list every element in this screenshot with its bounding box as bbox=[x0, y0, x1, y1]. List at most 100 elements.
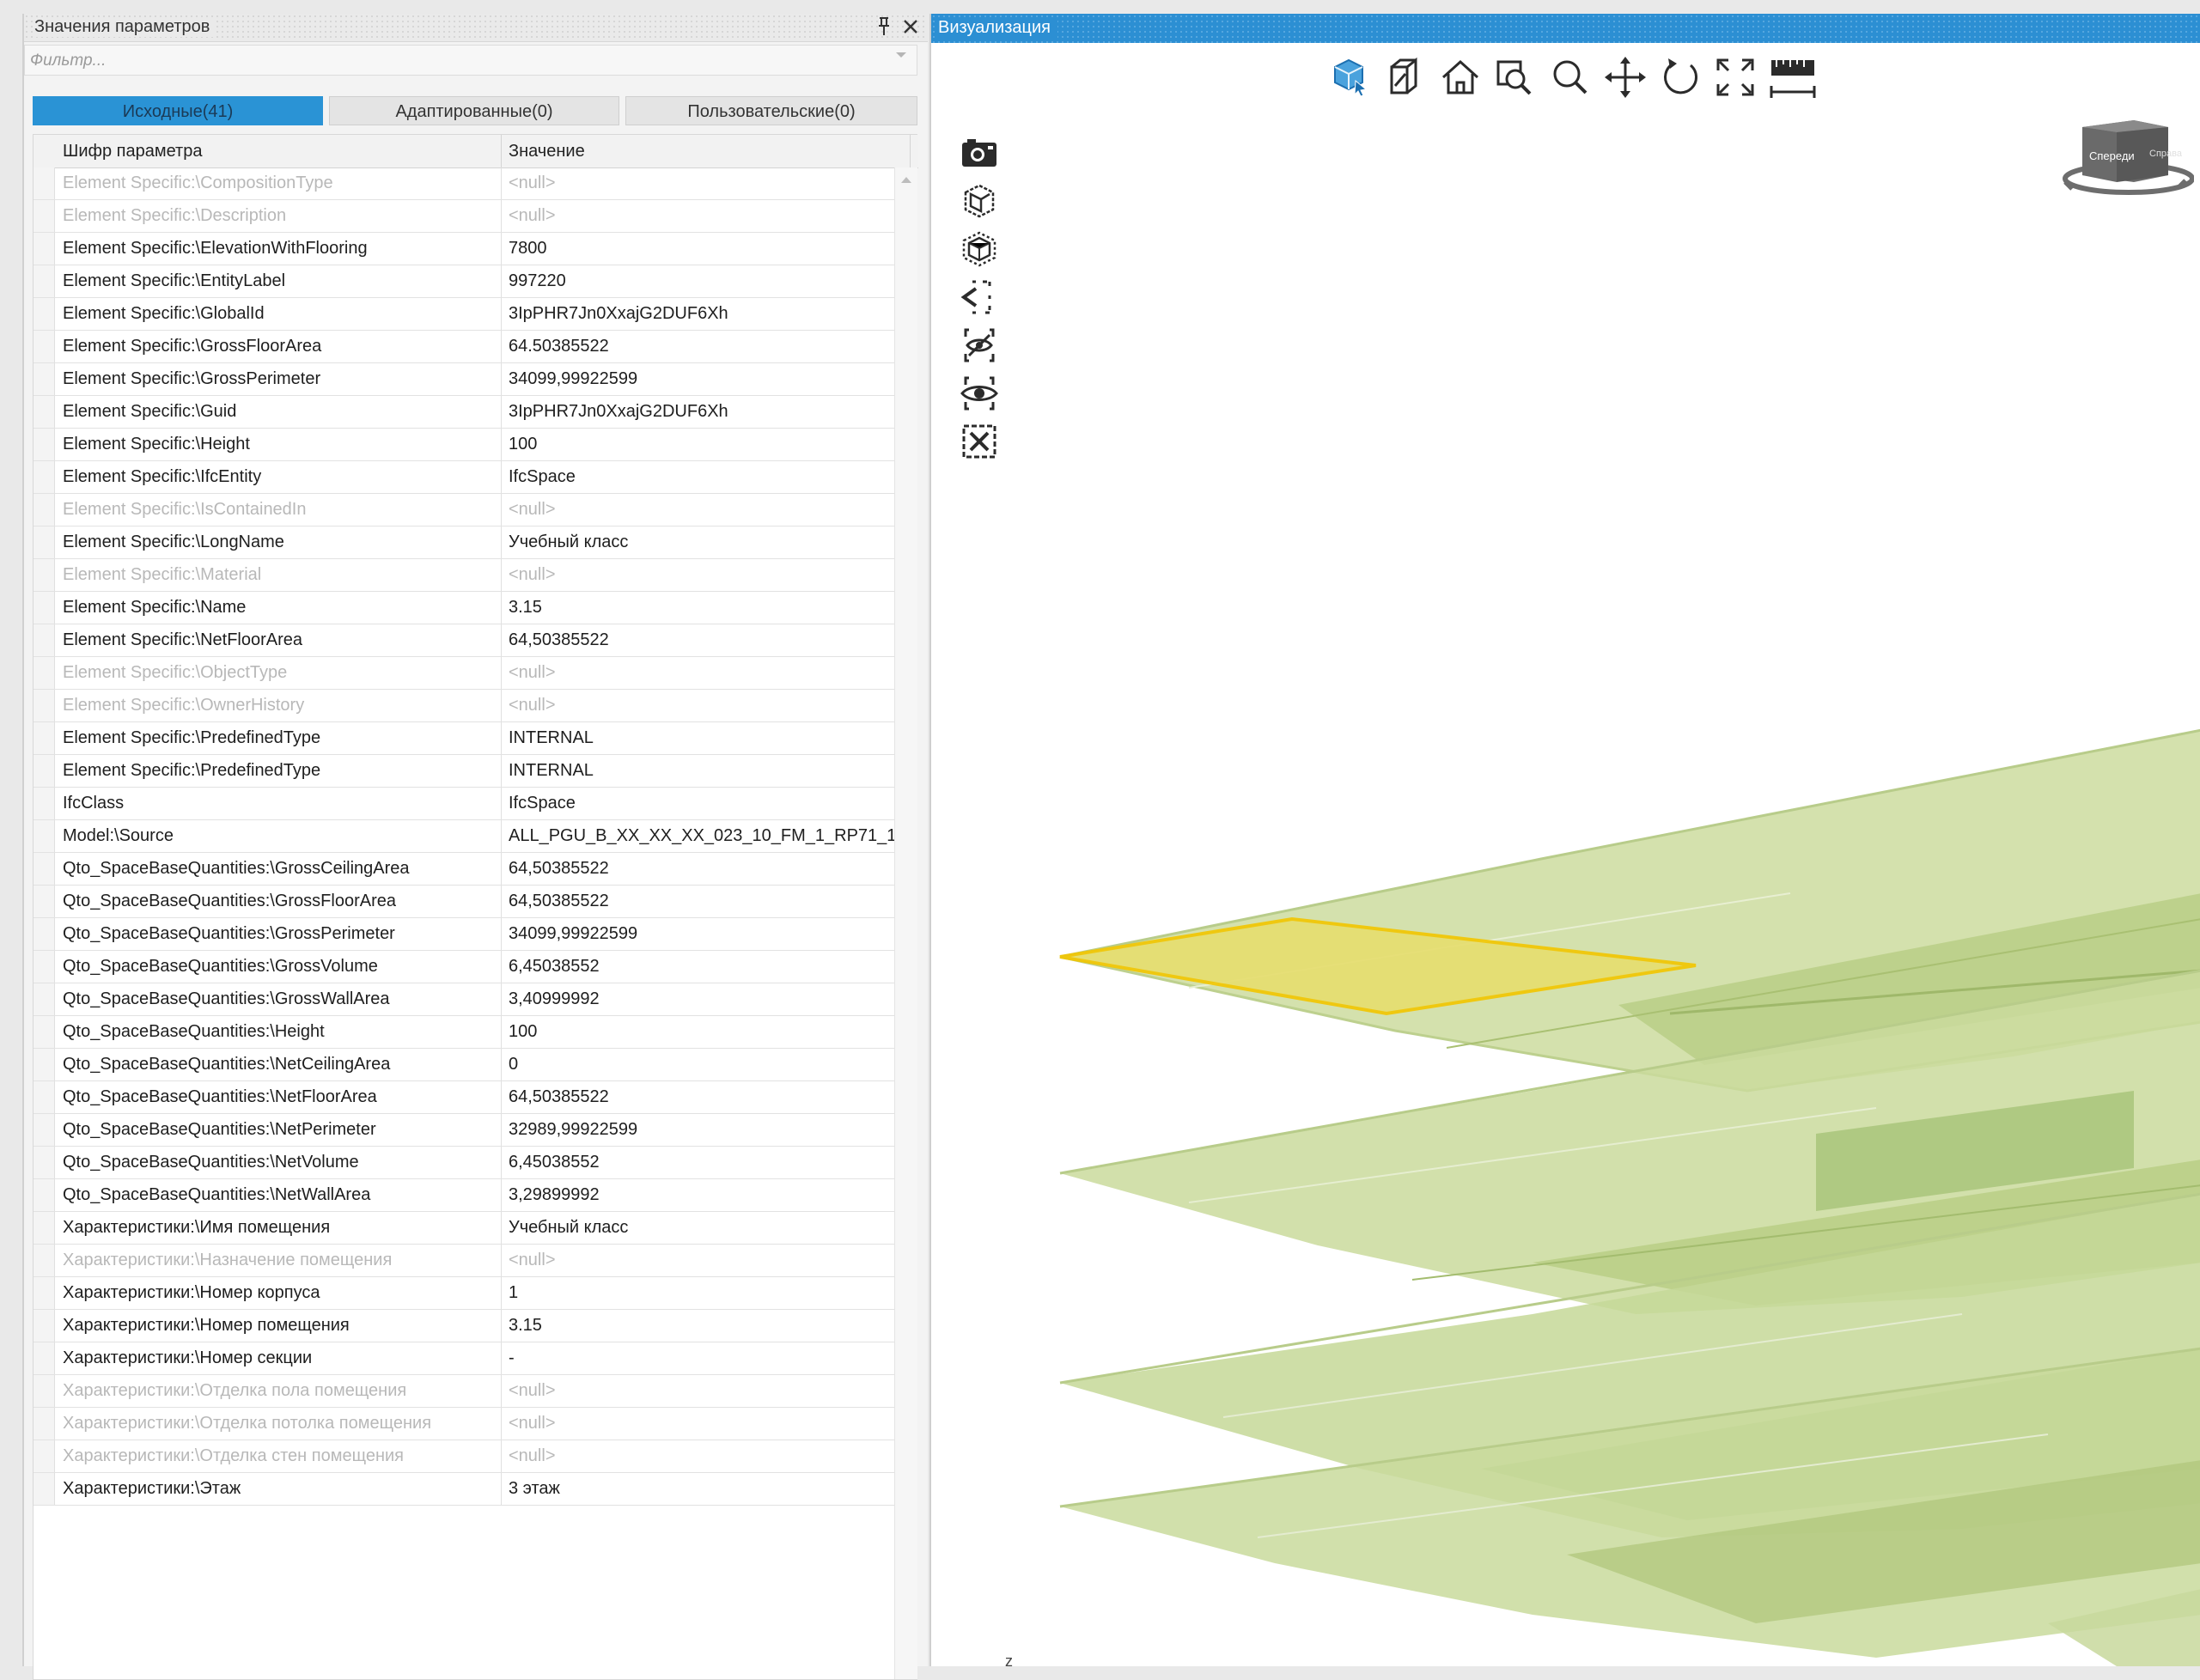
parameter-value-cell[interactable]: <null> bbox=[501, 1408, 902, 1440]
parameter-value-cell[interactable]: IfcSpace bbox=[501, 788, 902, 819]
parameter-value-cell[interactable]: 1 bbox=[501, 1277, 902, 1309]
parameter-value-cell[interactable]: <null> bbox=[501, 200, 902, 232]
table-row[interactable]: Element Specific:\PredefinedType INTERNAL bbox=[34, 755, 894, 788]
chevron-down-icon[interactable] bbox=[894, 49, 908, 64]
column-header-value[interactable]: Значение bbox=[501, 135, 921, 167]
parameter-value-cell[interactable]: 64,50385522 bbox=[501, 853, 902, 885]
pin-icon[interactable] bbox=[875, 15, 893, 38]
parameter-value-cell[interactable]: 100 bbox=[501, 429, 902, 460]
row-selector[interactable] bbox=[34, 298, 55, 330]
row-selector[interactable] bbox=[34, 1277, 55, 1309]
tab-custom[interactable]: Пользовательские(0) bbox=[625, 96, 917, 125]
row-selector[interactable] bbox=[34, 624, 55, 656]
scroll-up-icon[interactable] bbox=[900, 173, 912, 186]
table-row[interactable]: Element Specific:\Description <null> bbox=[34, 200, 894, 233]
column-header-code[interactable]: Шифр параметра bbox=[63, 135, 202, 167]
row-selector[interactable] bbox=[34, 396, 55, 428]
parameter-value-cell[interactable]: 64,50385522 bbox=[501, 1081, 902, 1113]
table-row[interactable]: Qto_SpaceBaseQuantities:\NetPerimeter 329… bbox=[34, 1114, 894, 1147]
parameter-value-cell[interactable]: 3,40999992 bbox=[501, 983, 902, 1015]
clear-selection-icon[interactable] bbox=[957, 419, 1002, 464]
table-row[interactable]: Element Specific:\LongName Учебный класс bbox=[34, 527, 894, 559]
row-selector[interactable] bbox=[34, 1245, 55, 1276]
table-row[interactable]: Element Specific:\PredefinedType INTERNAL bbox=[34, 722, 894, 755]
parameter-value-cell[interactable]: <null> bbox=[501, 494, 902, 526]
row-selector[interactable] bbox=[34, 1179, 55, 1211]
table-row[interactable]: Характеристики:\Отделка потолка помещени… bbox=[34, 1408, 894, 1440]
parameter-value-cell[interactable]: - bbox=[501, 1342, 902, 1374]
zoom-icon[interactable] bbox=[1546, 52, 1594, 103]
parameter-value-cell[interactable]: <null> bbox=[501, 167, 902, 199]
table-row[interactable]: Характеристики:\Этаж 3 этаж bbox=[34, 1473, 894, 1506]
row-selector[interactable] bbox=[34, 1016, 55, 1048]
parameter-value-cell[interactable]: 3IpPHR7Jn0XxajG2DUF6Xh bbox=[501, 396, 902, 428]
parameter-value-cell[interactable]: 64,50385522 bbox=[501, 886, 902, 917]
close-icon[interactable] bbox=[899, 14, 923, 38]
row-selector[interactable] bbox=[34, 690, 55, 721]
parameter-value-cell[interactable]: 997220 bbox=[501, 265, 902, 297]
parameter-value-cell[interactable]: <null> bbox=[501, 1440, 902, 1472]
camera-icon[interactable] bbox=[957, 131, 1002, 175]
table-row[interactable]: Qto_SpaceBaseQuantities:\NetVolume 6,4503… bbox=[34, 1147, 894, 1179]
parameter-value-cell[interactable]: <null> bbox=[501, 559, 902, 591]
visualization-viewport[interactable]: Визуализация Спереди Справа z bbox=[929, 14, 2200, 1670]
table-row[interactable]: IfcClass IfcSpace bbox=[34, 788, 894, 820]
table-row[interactable]: Qto_SpaceBaseQuantities:\GrossFloorArea 6… bbox=[34, 886, 894, 918]
table-row[interactable]: Характеристики:\Имя помещения Учебный кла… bbox=[34, 1212, 894, 1245]
row-selector[interactable] bbox=[34, 1114, 55, 1146]
row-selector[interactable] bbox=[34, 1342, 55, 1374]
row-selector[interactable] bbox=[34, 983, 55, 1015]
row-selector[interactable] bbox=[34, 1473, 55, 1505]
table-row[interactable]: Qto_SpaceBaseQuantities:\NetFloorArea 64,… bbox=[34, 1081, 894, 1114]
measure-icon[interactable] bbox=[1766, 52, 1816, 103]
table-row[interactable]: Element Specific:\IfcEntity IfcSpace bbox=[34, 461, 894, 494]
cube-dotted-icon[interactable] bbox=[957, 227, 1002, 271]
row-selector[interactable] bbox=[34, 494, 55, 526]
table-row[interactable]: Qto_SpaceBaseQuantities:\Height 100 bbox=[34, 1016, 894, 1049]
parameter-value-cell[interactable]: 100 bbox=[501, 1016, 902, 1048]
row-selector[interactable] bbox=[34, 951, 55, 983]
parameter-value-cell[interactable]: 3 этаж bbox=[501, 1473, 902, 1505]
table-row[interactable]: Характеристики:\Отделка стен помещения <n… bbox=[34, 1440, 894, 1473]
row-selector[interactable] bbox=[34, 853, 55, 885]
row-selector[interactable] bbox=[34, 461, 55, 493]
parameter-value-cell[interactable]: 3.15 bbox=[501, 1310, 902, 1342]
parameter-value-cell[interactable]: 64.50385522 bbox=[501, 331, 902, 362]
filter-field[interactable] bbox=[24, 45, 917, 76]
table-row[interactable]: Qto_SpaceBaseQuantities:\GrossCeilingAre… bbox=[34, 853, 894, 886]
table-row[interactable]: Element Specific:\GlobalId 3IpPHR7Jn0Xxaj… bbox=[34, 298, 894, 331]
table-row[interactable]: Element Specific:\Material <null> bbox=[34, 559, 894, 592]
row-selector[interactable] bbox=[34, 559, 55, 591]
pan-icon[interactable] bbox=[1601, 52, 1649, 103]
table-row[interactable]: Qto_SpaceBaseQuantities:\GrossPerimeter 3… bbox=[34, 918, 894, 951]
parameter-value-cell[interactable]: 3,29899992 bbox=[501, 1179, 902, 1211]
table-row[interactable]: Element Specific:\OwnerHistory <null> bbox=[34, 690, 894, 722]
table-row[interactable]: Qto_SpaceBaseQuantities:\GrossWallArea 3,… bbox=[34, 983, 894, 1016]
table-row[interactable]: Element Specific:\GrossFloorArea 64.50385… bbox=[34, 331, 894, 363]
parameter-value-cell[interactable]: <null> bbox=[501, 657, 902, 689]
table-row[interactable]: Характеристики:\Отделка пола помещения <n… bbox=[34, 1375, 894, 1408]
row-selector[interactable] bbox=[34, 886, 55, 917]
table-row[interactable]: Element Specific:\NetFloorArea 64,5038552… bbox=[34, 624, 894, 657]
row-selector[interactable] bbox=[34, 1310, 55, 1342]
parameter-value-cell[interactable]: INTERNAL bbox=[501, 755, 902, 787]
parameter-value-cell[interactable]: 64,50385522 bbox=[501, 624, 902, 656]
row-selector[interactable] bbox=[34, 1049, 55, 1080]
parameter-value-cell[interactable]: <null> bbox=[501, 1245, 902, 1276]
hide-icon[interactable] bbox=[957, 323, 1002, 368]
row-selector[interactable] bbox=[34, 657, 55, 689]
show-all-icon[interactable] bbox=[957, 371, 1002, 416]
navcube-side-label[interactable]: Справа bbox=[2149, 149, 2183, 159]
parameter-value-cell[interactable]: 34099,99922599 bbox=[501, 363, 902, 395]
tab-adapted[interactable]: Адаптированные(0) bbox=[329, 96, 619, 125]
parameter-value-cell[interactable]: 7800 bbox=[501, 233, 902, 265]
parameter-value-cell[interactable]: <null> bbox=[501, 690, 902, 721]
parameter-value-cell[interactable]: Учебный класс bbox=[501, 527, 902, 558]
isolate-icon[interactable] bbox=[957, 275, 1002, 320]
fullscreen-icon[interactable] bbox=[1711, 52, 1759, 103]
row-selector[interactable] bbox=[34, 363, 55, 395]
navigation-cube[interactable]: Спереди Справа bbox=[2057, 103, 2195, 206]
parameter-value-cell[interactable]: 6,45038552 bbox=[501, 951, 902, 983]
navcube-front-label[interactable]: Спереди bbox=[2089, 149, 2135, 162]
table-row[interactable]: Element Specific:\ElevationWithFlooring 7… bbox=[34, 233, 894, 265]
